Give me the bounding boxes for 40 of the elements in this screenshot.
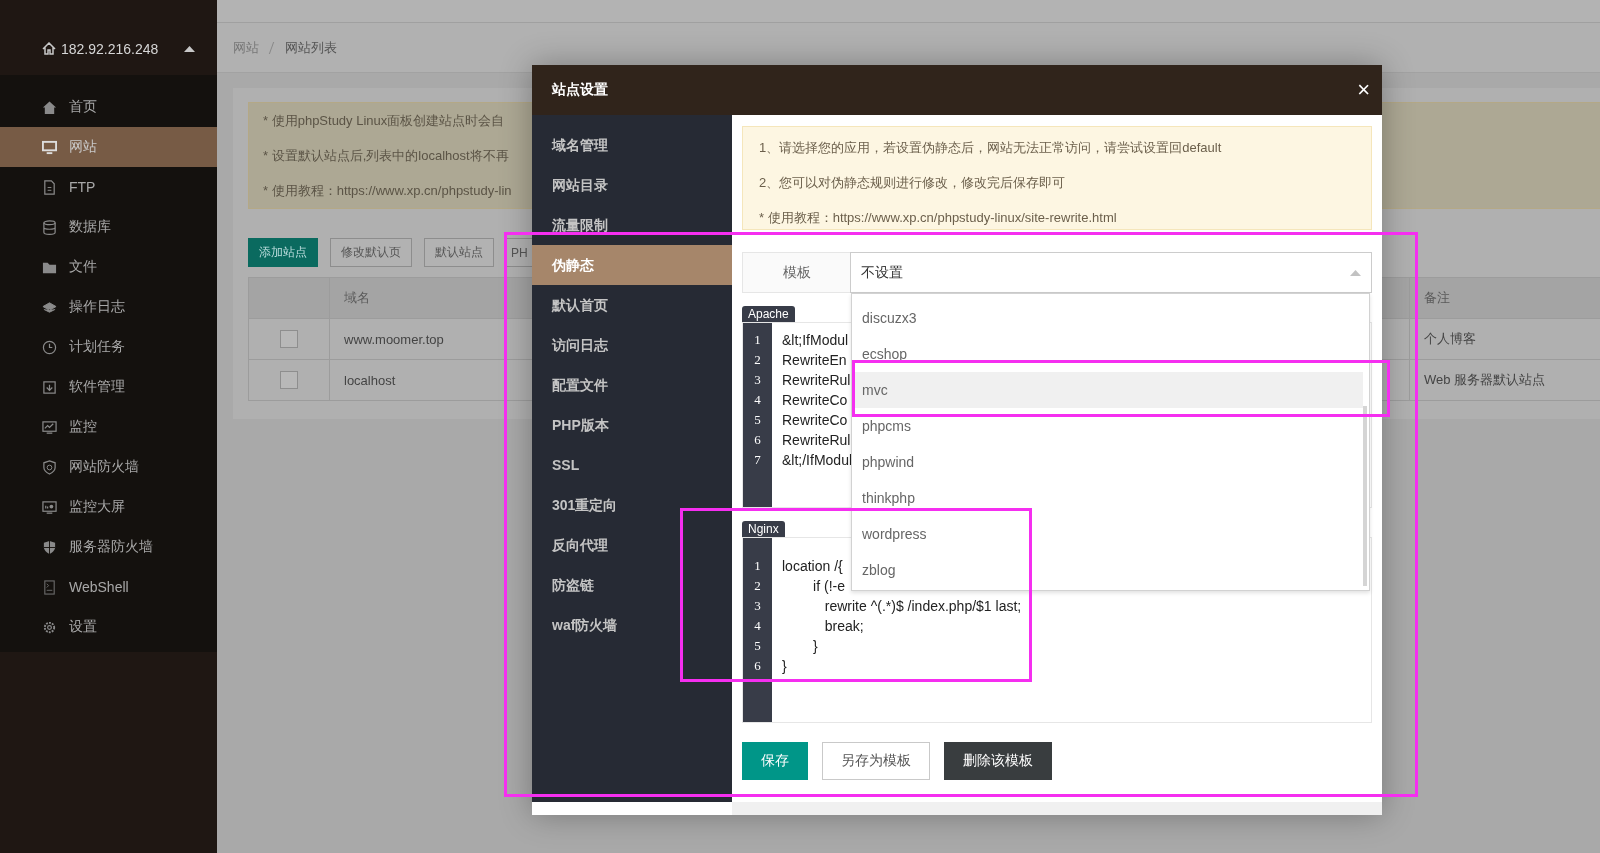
breadcrumb-item: 网站列表: [285, 38, 337, 57]
line-number: 6: [753, 431, 762, 449]
line-number: 2: [753, 577, 762, 595]
tip-text: 1、请选择您的应用，若设置伪静态后，网站无法正常访问，请尝试设置回default: [759, 139, 1223, 157]
dialog-title: 站点设置: [552, 81, 608, 99]
table-cell: www.moomer.top: [344, 331, 444, 347]
line-number: 3: [753, 371, 762, 389]
code-line: RewriteRul: [782, 372, 851, 388]
line-number: 4: [753, 617, 762, 635]
tip-text: 2、您可以对伪静态规则进行修改，修改完后保存即可: [759, 174, 1067, 192]
tip-text: * 使用教程：https://www.xp.cn/phpstudy-linux/site-rewrite.html: [759, 209, 1118, 227]
line-number: 1: [753, 331, 762, 349]
column-header: 备注: [1409, 278, 1600, 318]
code-line: break;: [823, 618, 864, 634]
notice-text: * 设置默认站点后,列表中的localhost将不再: [263, 147, 509, 165]
template-label: 模板: [743, 253, 851, 292]
table-cell: Web 服务器默认站点: [1424, 371, 1546, 389]
code-line: &lt;/IfModul: [782, 452, 853, 468]
code-line: if (!-e: [812, 578, 845, 594]
line-number: 5: [753, 637, 762, 655]
code-line: RewriteRul: [782, 432, 851, 448]
line-number: 2: [753, 351, 762, 369]
line-number: 6: [753, 657, 762, 675]
code-line: &lt;IfModul: [782, 332, 849, 348]
table-cell: 个人博客: [1424, 330, 1476, 348]
code-line: RewriteEn: [782, 352, 847, 368]
line-number: 3: [753, 597, 762, 615]
notice-text: * 使用教程：https://www.xp.cn/phpstudy-lin: [263, 182, 512, 200]
notice-text: * 使用phpStudy Linux面板创建站点时会自: [263, 112, 505, 130]
line-number: 4: [753, 391, 762, 409]
line-number: 5: [753, 411, 762, 429]
code-line: RewriteCo: [782, 392, 848, 408]
code-line: location /{: [782, 558, 843, 574]
table-cell: localhost: [344, 372, 396, 388]
code-line: RewriteCo: [782, 412, 848, 428]
line-number: 7: [753, 451, 762, 469]
code-line: }: [812, 638, 818, 654]
code-line: }: [782, 658, 787, 674]
line-number: 1: [753, 557, 762, 575]
code-line: rewrite ^(.*)$ /index.php/$1 last;: [823, 598, 1022, 614]
